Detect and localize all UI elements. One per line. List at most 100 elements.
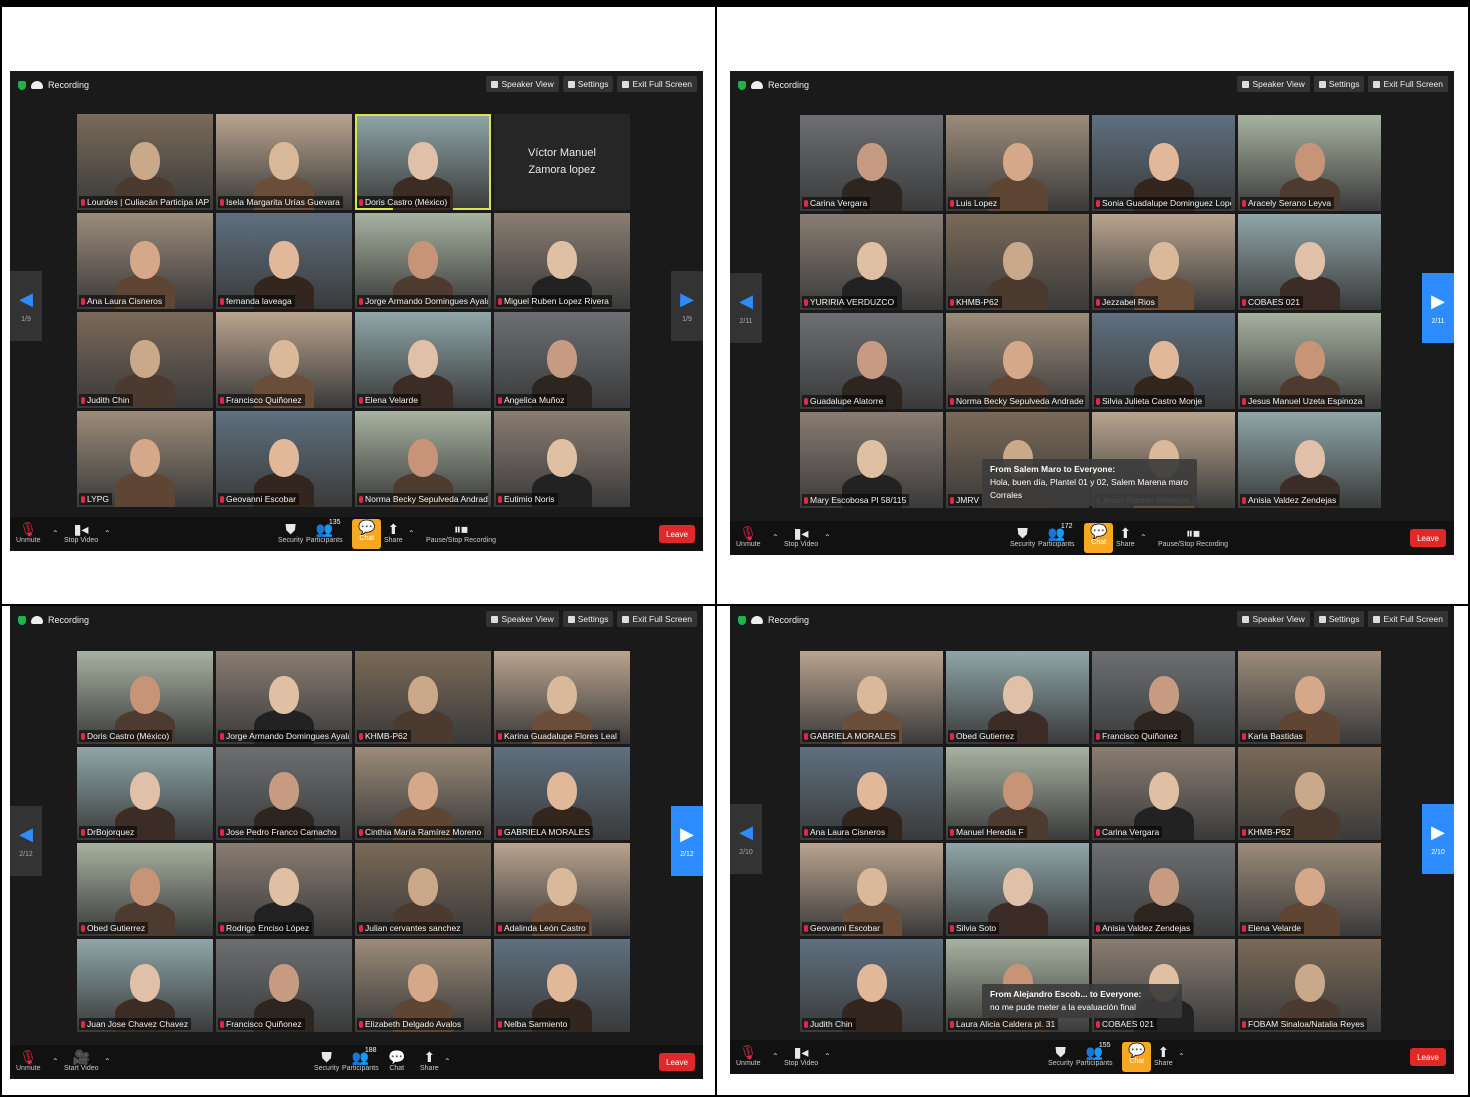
- speaker-view-button[interactable]: Speaker View: [1237, 611, 1310, 627]
- next-page-button[interactable]: ▶ 2/11: [1422, 273, 1454, 343]
- chat-notification[interactable]: From Salem Maro to Everyone: Hola, buen d…: [982, 459, 1197, 506]
- participant-tile[interactable]: Doris Castro (México): [355, 114, 491, 210]
- participant-tile[interactable]: YURIRIA VERDUZCO: [800, 214, 943, 310]
- participant-tile[interactable]: Angelica Muñoz: [494, 312, 630, 408]
- previous-page-button[interactable]: ◀ 2/10: [730, 804, 762, 874]
- settings-button[interactable]: Settings: [1313, 611, 1365, 627]
- participant-tile[interactable]: Cinthia María Ramírez Moreno: [355, 747, 491, 840]
- participant-tile[interactable]: Juan Jose Chavez Chavez: [77, 939, 213, 1032]
- participant-tile[interactable]: Jorge Armando Domingues Ayala: [216, 651, 352, 744]
- stop-video-button[interactable]: ▮◂ Stop Video: [784, 525, 818, 548]
- leave-button[interactable]: Leave: [1410, 529, 1446, 547]
- share-options-caret[interactable]: ⌃: [1178, 1052, 1185, 1061]
- leave-button[interactable]: Leave: [659, 525, 695, 543]
- chat-button[interactable]: 💬 Chat: [1083, 523, 1114, 553]
- unmute-button[interactable]: 🎙 Unmute: [736, 1044, 761, 1067]
- share-options-caret[interactable]: ⌃: [444, 1057, 451, 1066]
- stop-video-button[interactable]: ▮◂ Stop Video: [64, 521, 98, 544]
- next-page-button[interactable]: ▶ 2/10: [1422, 804, 1454, 874]
- video-options-caret[interactable]: ⌃: [824, 533, 831, 542]
- participant-tile[interactable]: GABRIELA MORALES: [800, 651, 943, 744]
- participant-tile[interactable]: Judith Chin: [77, 312, 213, 408]
- participant-tile[interactable]: Jorge Armando Domingues Ayala: [355, 213, 491, 309]
- participant-tile[interactable]: KHMB-P62: [1238, 747, 1381, 840]
- share-button[interactable]: ⬆ Share: [420, 1049, 439, 1072]
- previous-page-button[interactable]: ◀ 2/11: [730, 273, 762, 343]
- pause-stop-recording-button[interactable]: ⏸⏹ Pause/Stop Recording: [1158, 525, 1228, 548]
- participant-tile[interactable]: Rodrigo Enciso López: [216, 843, 352, 936]
- participant-tile[interactable]: Eutimio Noris: [494, 411, 630, 507]
- audio-options-caret[interactable]: ⌃: [52, 529, 59, 538]
- participant-tile[interactable]: KHMB-P62: [946, 214, 1089, 310]
- participant-tile[interactable]: Nelba Sarmiento: [494, 939, 630, 1032]
- participant-tile[interactable]: Francisco Quiñonez: [1092, 651, 1235, 744]
- participant-tile[interactable]: Elizabeth Delgado Avalos: [355, 939, 491, 1032]
- participant-tile[interactable]: Karina Guadalupe Flores Leal: [494, 651, 630, 744]
- leave-button[interactable]: Leave: [659, 1053, 695, 1071]
- participant-tile[interactable]: Manuel Heredia F: [946, 747, 1089, 840]
- security-button[interactable]: ⛊ Security: [1010, 525, 1035, 548]
- participant-tile[interactable]: Jesus Manuel Uzeta Espinoza: [1238, 313, 1381, 409]
- participant-tile[interactable]: Carina Vergara: [1092, 747, 1235, 840]
- settings-button[interactable]: Settings: [562, 76, 614, 92]
- participant-tile[interactable]: COBAES 021: [1238, 214, 1381, 310]
- participant-tile[interactable]: Obed Gutierrez: [946, 651, 1089, 744]
- chat-button[interactable]: 💬 Chat: [1122, 1042, 1152, 1072]
- participant-tile[interactable]: Geovanni Escobar: [216, 411, 352, 507]
- unmute-button[interactable]: 🎙 Unmute: [16, 1049, 41, 1072]
- chat-button[interactable]: 💬 Chat: [352, 519, 382, 549]
- exit-full-screen-button[interactable]: Exit Full Screen: [617, 611, 697, 627]
- participant-tile[interactable]: Francisco Quiñonez: [216, 312, 352, 408]
- participant-tile[interactable]: Doris Castro (México): [77, 651, 213, 744]
- participant-tile[interactable]: Norma Becky Sepulveda Andrade: [355, 411, 491, 507]
- exit-full-screen-button[interactable]: Exit Full Screen: [1368, 76, 1448, 92]
- settings-button[interactable]: Settings: [562, 611, 614, 627]
- pause-stop-recording-button[interactable]: ⏸⏹ Pause/Stop Recording: [426, 521, 496, 544]
- participant-tile[interactable]: Judith Chin: [800, 939, 943, 1032]
- participant-tile[interactable]: GABRIELA MORALES: [494, 747, 630, 840]
- participant-tile[interactable]: Guadalupe Alatorre: [800, 313, 943, 409]
- chat-button[interactable]: 💬 Chat: [388, 1049, 405, 1072]
- participant-tile[interactable]: Sonia Guadalupe Dominguez Lopez: [1092, 115, 1235, 211]
- participant-tile[interactable]: Obed Gutierrez: [77, 843, 213, 936]
- participant-tile[interactable]: Ana Laura Cisneros: [77, 213, 213, 309]
- speaker-view-button[interactable]: Speaker View: [486, 611, 559, 627]
- audio-options-caret[interactable]: ⌃: [52, 1057, 59, 1066]
- participants-button[interactable]: 👥 Participants 188: [342, 1047, 379, 1072]
- participant-tile[interactable]: Julian cervantes sanchez: [355, 843, 491, 936]
- participant-tile[interactable]: Jose Pedro Franco Camacho: [216, 747, 352, 840]
- participant-tile[interactable]: Elena Velarde: [1238, 843, 1381, 936]
- participant-tile[interactable]: Mary Escobosa Pl 58/115: [800, 412, 943, 508]
- participant-tile[interactable]: Luis Lopez: [946, 115, 1089, 211]
- participant-tile[interactable]: Karla Bastidas: [1238, 651, 1381, 744]
- exit-full-screen-button[interactable]: Exit Full Screen: [1368, 611, 1448, 627]
- start-video-button[interactable]: 🎥 Start Video: [64, 1049, 99, 1072]
- participant-tile-name-only[interactable]: Víctor Manuel Zamora lopez: [494, 114, 630, 210]
- speaker-view-button[interactable]: Speaker View: [486, 76, 559, 92]
- audio-options-caret[interactable]: ⌃: [772, 533, 779, 542]
- next-page-button[interactable]: ▶ 1/9: [671, 271, 703, 341]
- exit-full-screen-button[interactable]: Exit Full Screen: [617, 76, 697, 92]
- participant-tile[interactable]: Silvia Soto: [946, 843, 1089, 936]
- chat-notification[interactable]: From Alejandro Escob... to Everyone: no m…: [982, 984, 1182, 1018]
- settings-button[interactable]: Settings: [1313, 76, 1365, 92]
- participant-tile[interactable]: Isela Margarita Urías Guevara: [216, 114, 352, 210]
- participant-tile[interactable]: Francisco Quiñonez: [216, 939, 352, 1032]
- participant-tile[interactable]: Norma Becky Sepulveda Andrade: [946, 313, 1089, 409]
- video-options-caret[interactable]: ⌃: [104, 1057, 111, 1066]
- share-button[interactable]: ⬆ Share: [1154, 1044, 1173, 1067]
- unmute-button[interactable]: 🎙 Unmute: [16, 521, 41, 544]
- participant-tile[interactable]: Silvia Julieta Castro Monje: [1092, 313, 1235, 409]
- share-options-caret[interactable]: ⌃: [408, 529, 415, 538]
- video-options-caret[interactable]: ⌃: [104, 529, 111, 538]
- participant-tile[interactable]: Ana Laura Cisneros: [800, 747, 943, 840]
- participant-tile[interactable]: fernanda laveaga: [216, 213, 352, 309]
- audio-options-caret[interactable]: ⌃: [772, 1052, 779, 1061]
- participant-tile[interactable]: Carina Vergara: [800, 115, 943, 211]
- participant-tile[interactable]: Miguel Ruben Lopez Rivera: [494, 213, 630, 309]
- share-button[interactable]: ⬆ Share: [1116, 525, 1135, 548]
- video-options-caret[interactable]: ⌃: [824, 1052, 831, 1061]
- participants-button[interactable]: 👥 Participants 155: [1076, 1042, 1113, 1067]
- participant-tile[interactable]: Elena Velarde: [355, 312, 491, 408]
- security-button[interactable]: ⛊ Security: [1048, 1044, 1073, 1067]
